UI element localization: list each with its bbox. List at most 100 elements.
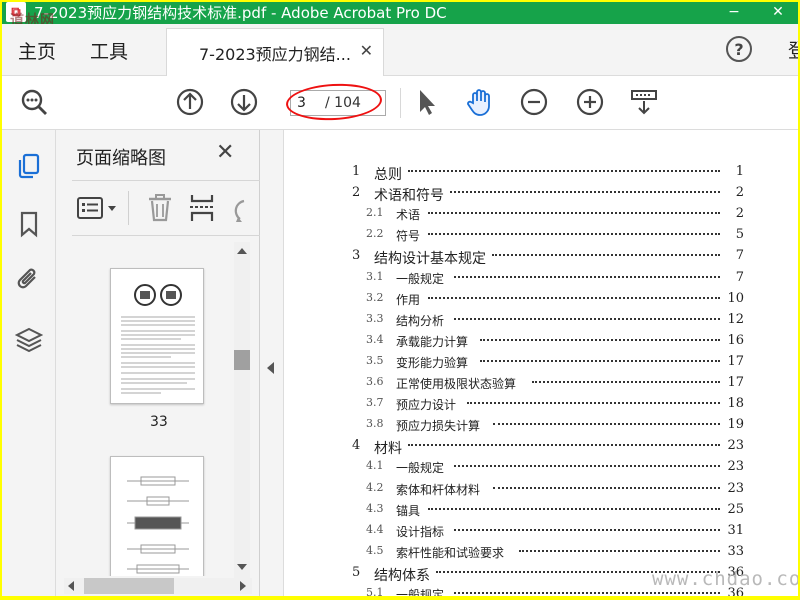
toc-title: 总则 xyxy=(374,164,404,184)
toc-title: 一般规定 xyxy=(396,586,447,596)
close-tab-icon[interactable]: ✕ xyxy=(360,41,373,60)
toc-row[interactable]: 3.8 预应力损失计算 19 xyxy=(284,417,744,437)
toc-leader-dots xyxy=(492,254,720,256)
zoom-out-icon[interactable] xyxy=(518,86,550,118)
toc-leader-dots xyxy=(454,592,720,594)
toc-leader-dots xyxy=(428,297,720,299)
thumbnail-page-preview xyxy=(121,284,195,394)
toc-row[interactable]: 4 材料 23 xyxy=(284,438,744,458)
scroll-left-arrow-icon[interactable] xyxy=(68,581,74,591)
panel-collapse-strip[interactable] xyxy=(260,130,284,596)
toc-page-number: 1 xyxy=(731,164,744,179)
help-icon[interactable]: ? xyxy=(726,36,752,62)
main-toolbar: 3 / 104 xyxy=(2,76,798,130)
scroll-down-arrow-icon[interactable] xyxy=(237,564,247,570)
thumbnail-panel: 页面缩略图 ✕ 33 xyxy=(56,130,260,596)
toc-row[interactable]: 4.3 锚具 25 xyxy=(284,502,744,522)
toc-leader-dots xyxy=(467,402,720,404)
toc-number: 2.2 xyxy=(366,227,384,240)
toc-row[interactable]: 3.4 承载能力计算 16 xyxy=(284,333,744,353)
toc-row[interactable]: 4.4 设计指标 31 xyxy=(284,523,744,543)
toc-page-number: 7 xyxy=(731,270,744,285)
scroll-right-arrow-icon[interactable] xyxy=(240,581,246,591)
toc-number: 3.7 xyxy=(366,396,384,409)
toolbar-divider xyxy=(400,88,401,118)
zoom-in-icon[interactable] xyxy=(574,86,606,118)
close-window-button[interactable]: ✕ xyxy=(756,0,800,24)
toc-title: 正常使用极限状态验算 xyxy=(396,375,519,392)
toc-row[interactable]: 2.1 术语 2 xyxy=(284,206,744,226)
tab-tools[interactable]: 工具 xyxy=(90,24,128,76)
login-link[interactable]: 登 xyxy=(788,36,800,63)
vertical-scroll-thumb[interactable] xyxy=(234,350,250,370)
thumbnail-list: 33 xyxy=(72,242,236,576)
toc-page-number: 33 xyxy=(723,544,744,559)
toc-row[interactable]: 3.6 正常使用极限状态验算 17 xyxy=(284,375,744,395)
toc-row[interactable]: 2.2 符号 5 xyxy=(284,227,744,247)
minimize-button[interactable]: − xyxy=(712,0,756,24)
toc-page-number: 16 xyxy=(723,333,744,348)
attachment-icon[interactable] xyxy=(15,266,43,294)
toc-page-number: 5 xyxy=(731,227,744,242)
toc-row[interactable]: 3.2 作用 10 xyxy=(284,291,744,311)
thumbnail-vertical-scrollbar[interactable] xyxy=(234,242,250,578)
toc-number: 4.1 xyxy=(366,459,384,472)
tab-bar: 主页 工具 7-2023预应力钢结... ✕ ? 登 xyxy=(2,24,800,76)
toc-row[interactable]: 1 总则 1 xyxy=(284,164,744,184)
options-menu-icon[interactable] xyxy=(76,195,120,223)
toc-number: 3.8 xyxy=(366,417,384,430)
delete-page-icon[interactable] xyxy=(146,193,174,223)
rotate-page-icon[interactable] xyxy=(228,195,248,223)
toc-row[interactable]: 3.5 变形能力验算 17 xyxy=(284,354,744,374)
split-page-icon[interactable] xyxy=(188,193,216,223)
toc-row[interactable]: 4.5 索杆性能和试验要求 33 xyxy=(284,544,744,564)
marquee-zoom-icon[interactable] xyxy=(628,86,660,118)
toc-row[interactable]: 2 术语和符号 2 xyxy=(284,185,744,205)
toc-number: 2 xyxy=(352,185,361,200)
toc-row[interactable]: 3.7 预应力设计 18 xyxy=(284,396,744,416)
close-panel-icon[interactable]: ✕ xyxy=(216,140,234,165)
page-thumbnail[interactable] xyxy=(110,268,204,404)
collapse-arrow-icon[interactable] xyxy=(267,362,274,374)
search-zoom-icon[interactable] xyxy=(18,86,50,118)
hand-tool-icon[interactable] xyxy=(464,86,496,118)
toc-row[interactable]: 4.1 一般规定 23 xyxy=(284,459,744,479)
toc-title: 符号 xyxy=(396,227,423,244)
layers-icon[interactable] xyxy=(15,326,43,354)
toc-leader-dots xyxy=(428,212,720,214)
thumbnail-horizontal-scrollbar[interactable] xyxy=(64,578,252,594)
toc-page-number: 7 xyxy=(731,248,744,263)
toc-row[interactable]: 4.2 索体和杆体材料 23 xyxy=(284,481,744,501)
annotation-red-circle xyxy=(285,81,383,123)
window-controls: − ✕ xyxy=(712,0,800,24)
tab-home[interactable]: 主页 xyxy=(18,24,56,76)
toc-number: 3.3 xyxy=(366,312,384,325)
toc-page-number: 17 xyxy=(723,354,744,369)
page-thumbnails-icon[interactable] xyxy=(15,152,43,180)
toc-title: 作用 xyxy=(396,291,423,308)
panel-divider xyxy=(128,191,129,225)
page-down-icon[interactable] xyxy=(228,86,260,118)
toc-number: 3.6 xyxy=(366,375,384,388)
toc-title: 术语和符号 xyxy=(374,185,446,205)
page-thumbnail[interactable] xyxy=(110,456,204,576)
tab-document[interactable]: 7-2023预应力钢结... ✕ xyxy=(166,28,384,76)
scroll-up-arrow-icon[interactable] xyxy=(237,248,247,254)
toc-number: 3.2 xyxy=(366,291,384,304)
toc-number: 3.1 xyxy=(366,270,384,283)
horizontal-scroll-thumb[interactable] xyxy=(84,578,174,594)
toc-row[interactable]: 3.1 一般规定 7 xyxy=(284,270,744,290)
toc-title: 设计指标 xyxy=(396,523,447,540)
document-view[interactable]: 1 总则 1 2 术语和符号 2 2.1 术语 2 2.2 符号 5 3 结构设计基本规定 7 3.1 一般规定… xyxy=(284,130,798,596)
toc-leader-dots xyxy=(519,550,720,552)
page-up-icon[interactable] xyxy=(174,86,206,118)
toc-page-number: 17 xyxy=(723,375,744,390)
toc-title: 索杆性能和试验要求 xyxy=(396,544,507,561)
bookmark-icon[interactable] xyxy=(15,210,43,238)
toc-row[interactable]: 3.3 结构分析 12 xyxy=(284,312,744,332)
toc-leader-dots xyxy=(454,465,720,467)
select-arrow-icon[interactable] xyxy=(410,86,442,118)
toc-number: 3 xyxy=(352,248,361,263)
toc-row[interactable]: 3 结构设计基本规定 7 xyxy=(284,248,744,268)
toc-number: 4.4 xyxy=(366,523,384,536)
